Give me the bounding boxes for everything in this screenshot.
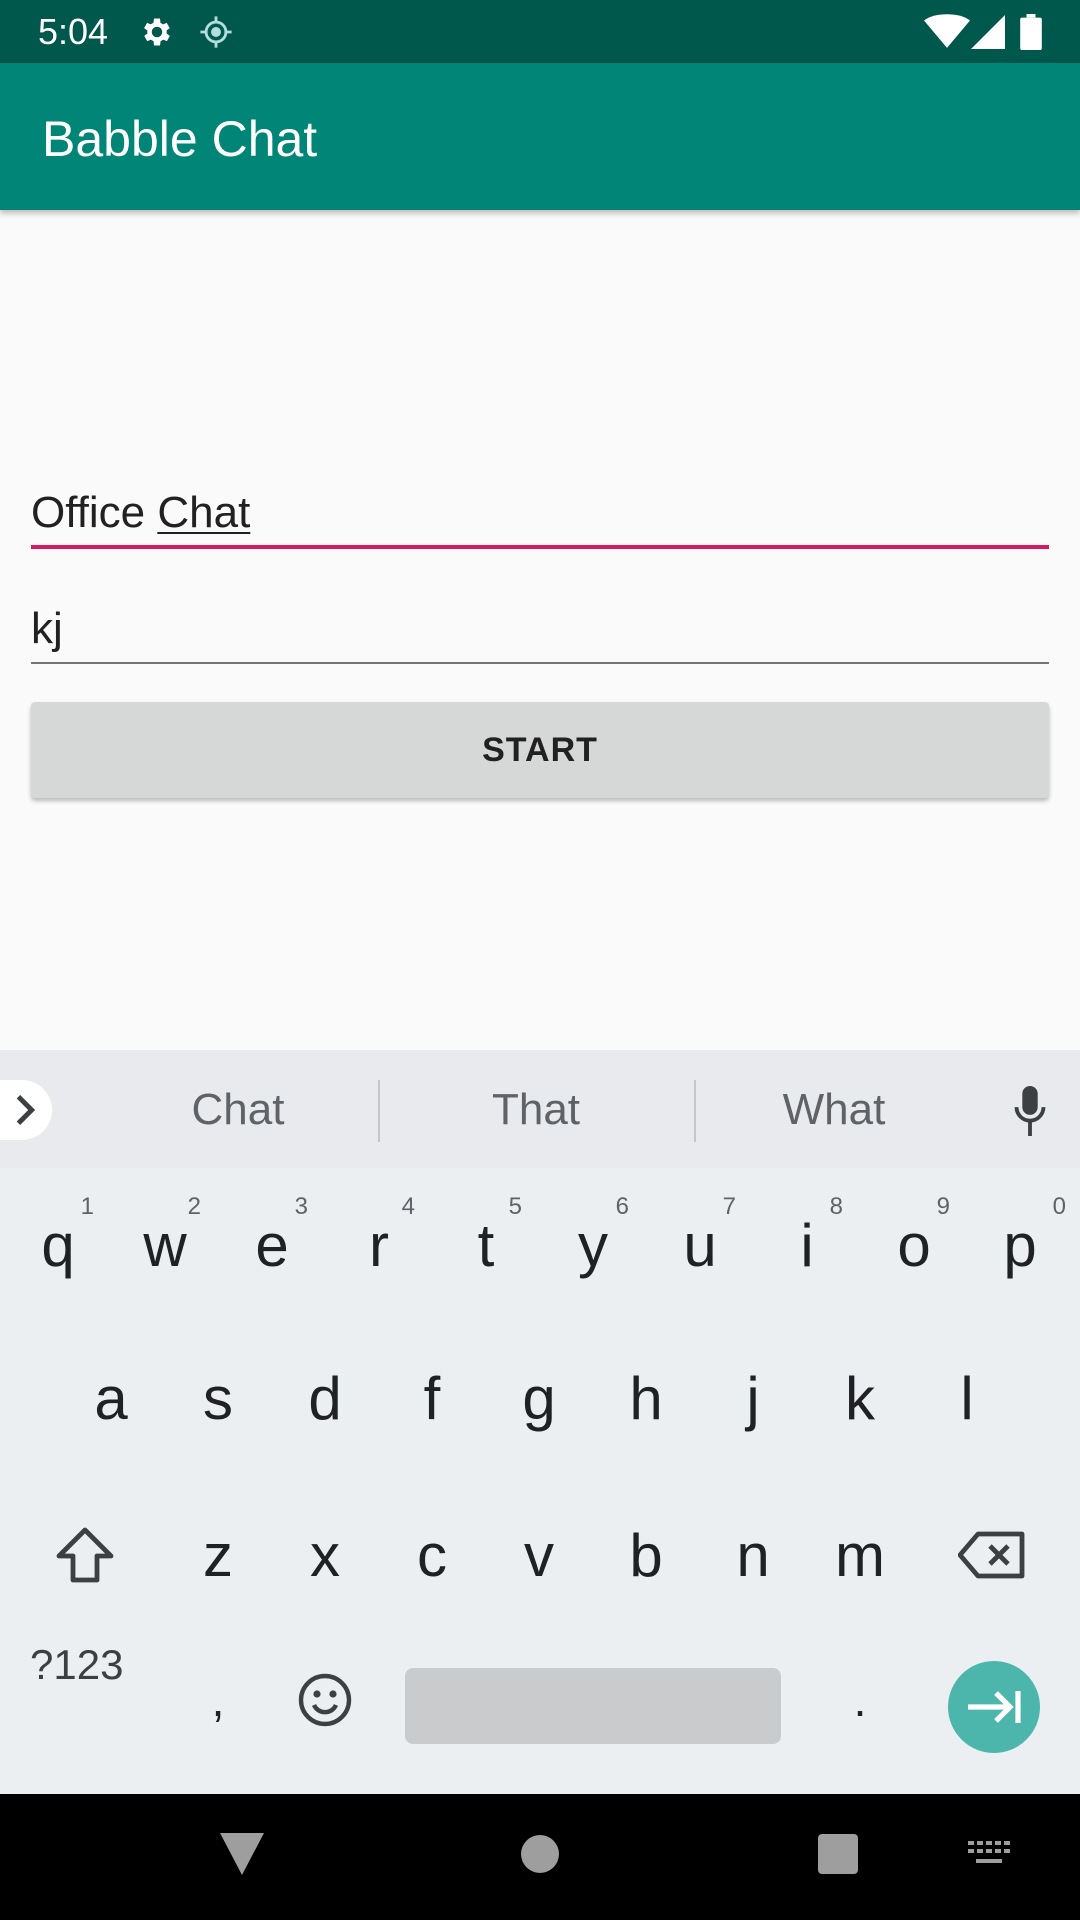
key-c[interactable]: c	[382, 1495, 482, 1615]
mic-icon[interactable]	[1005, 1084, 1055, 1138]
period-key[interactable]: .	[810, 1645, 910, 1755]
key-b[interactable]: b	[596, 1495, 696, 1615]
composing-word: Chat	[157, 488, 251, 537]
backspace-key[interactable]	[943, 1495, 1043, 1615]
key-f[interactable]: f	[382, 1338, 482, 1458]
key-j[interactable]: j	[703, 1338, 803, 1458]
comma-key[interactable]: ,	[168, 1645, 268, 1755]
recents-icon	[818, 1834, 858, 1874]
key-o[interactable]: o9	[864, 1185, 964, 1305]
back-button[interactable]	[212, 1824, 272, 1884]
recents-button[interactable]	[808, 1824, 868, 1884]
suggestion-divider	[378, 1080, 380, 1142]
key-k[interactable]: k	[810, 1338, 910, 1458]
room-name-field[interactable]: Office Chat	[31, 478, 1049, 553]
start-button[interactable]: START	[31, 702, 1049, 798]
location-icon	[196, 12, 236, 52]
home-button[interactable]	[510, 1824, 570, 1884]
key-q[interactable]: q1	[8, 1185, 108, 1305]
suggestion-divider	[694, 1080, 696, 1142]
key-m[interactable]: m	[810, 1495, 910, 1615]
status-time: 5:04	[38, 11, 109, 52]
settings-icon	[137, 12, 177, 52]
chevron-right-icon	[16, 1095, 36, 1125]
app-title: Babble Chat	[42, 111, 318, 167]
key-p[interactable]: p0	[970, 1185, 1070, 1305]
username-field[interactable]: kj	[31, 596, 1049, 666]
key-a[interactable]: a	[61, 1338, 161, 1458]
key-y[interactable]: y6	[543, 1185, 643, 1305]
key-t[interactable]: t5	[436, 1185, 536, 1305]
key-h[interactable]: h	[596, 1338, 696, 1458]
key-w[interactable]: w2	[115, 1185, 215, 1305]
key-x[interactable]: x	[275, 1495, 375, 1615]
room-name-text: Office Chat	[31, 488, 251, 537]
backspace-icon	[958, 1531, 1025, 1579]
room-name-underline	[31, 545, 1049, 549]
key-z[interactable]: z	[168, 1495, 268, 1615]
key-n[interactable]: n	[703, 1495, 803, 1615]
expand-suggestions-button[interactable]	[0, 1080, 52, 1140]
next-field-icon	[968, 1691, 1021, 1723]
key-u[interactable]: u7	[650, 1185, 750, 1305]
key-e[interactable]: e3	[222, 1185, 322, 1305]
status-bar: 5:04	[0, 0, 1080, 63]
space-key[interactable]	[405, 1668, 781, 1744]
key-l[interactable]: l	[917, 1338, 1017, 1458]
username-text: kj	[31, 604, 63, 653]
shift-icon	[56, 1527, 114, 1583]
key-d[interactable]: d	[275, 1338, 375, 1458]
wifi-icon	[922, 12, 972, 52]
key-i[interactable]: i8	[757, 1185, 857, 1305]
app-bar: Babble Chat	[0, 63, 1080, 210]
key-g[interactable]: g	[489, 1338, 589, 1458]
navigation-bar	[0, 1794, 1080, 1920]
suggestion-2[interactable]: That	[448, 1080, 624, 1140]
enter-key[interactable]	[948, 1661, 1040, 1753]
home-icon	[521, 1835, 559, 1873]
signal-icon	[968, 12, 1008, 52]
keyboard-icon	[968, 1841, 1010, 1863]
symbols-key[interactable]: ?123	[30, 1640, 123, 1690]
key-v[interactable]: v	[489, 1495, 589, 1615]
shift-key[interactable]	[35, 1495, 135, 1615]
username-underline	[31, 662, 1049, 664]
emoji-key[interactable]	[275, 1645, 375, 1755]
keyboard-switch-button[interactable]	[964, 1829, 1014, 1879]
suggestion-3[interactable]: What	[746, 1080, 922, 1140]
emoji-icon	[298, 1673, 352, 1727]
suggestion-1[interactable]: Chat	[150, 1080, 326, 1140]
suggestion-bar: Chat That What	[0, 1050, 1080, 1168]
key-s[interactable]: s	[168, 1338, 268, 1458]
back-icon	[220, 1833, 264, 1875]
battery-icon	[1011, 12, 1051, 52]
key-r[interactable]: r4	[329, 1185, 429, 1305]
